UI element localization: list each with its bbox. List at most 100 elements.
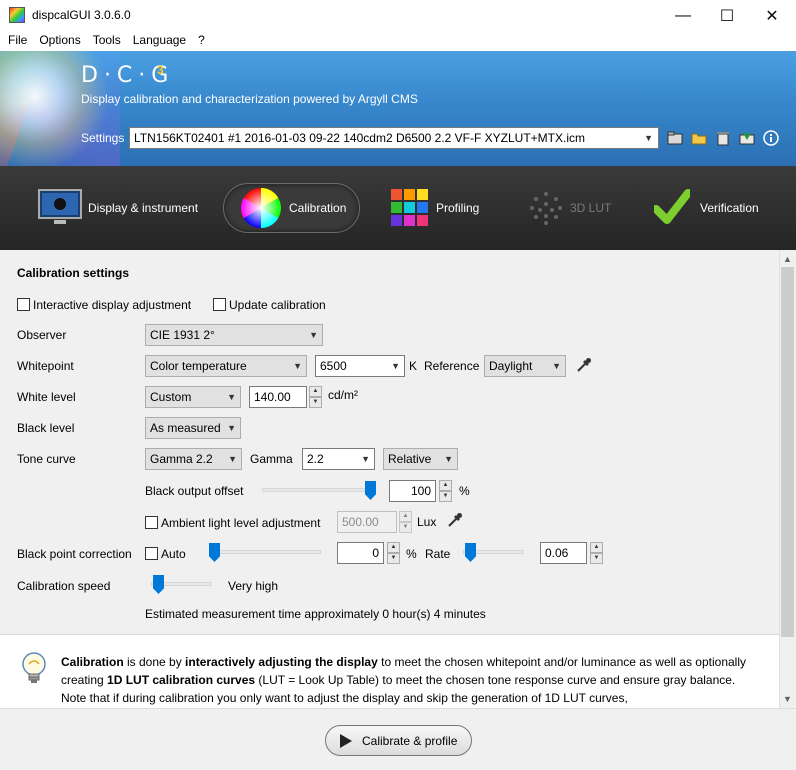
estimated-time: Estimated measurement time approximately… [145, 607, 486, 621]
black-offset-slider-thumb[interactable] [365, 481, 376, 500]
tab-3d-lut[interactable]: 3D LUT [528, 183, 618, 233]
menu-options[interactable]: Options [33, 31, 86, 51]
menu-language[interactable]: Language [127, 31, 192, 51]
tone-curve-dropdown[interactable]: Gamma 2.2 ▼ [145, 448, 242, 470]
section-title: Calibration settings [17, 266, 130, 280]
bpc-auto-label: Auto [161, 547, 186, 561]
update-calibration-label: Update calibration [229, 298, 326, 312]
tab-profiling-label: Profiling [436, 201, 480, 215]
calibration-panel: Calibration settings Interactive display… [0, 250, 779, 634]
tab-bar: Display & instrument Calibration Profili… [0, 166, 796, 250]
observer-label: Observer [17, 328, 67, 342]
calibration-speed-label: Calibration speed [17, 579, 111, 593]
reference-value: Daylight [489, 359, 533, 373]
maximize-button[interactable]: ☐ [704, 0, 750, 31]
eyedropper-icon[interactable] [447, 512, 463, 531]
ambient-adjustment-checkbox[interactable] [145, 516, 158, 529]
settings-dropdown[interactable]: LTN156KT02401 #1 2016-01-03 09-22 140cdm… [129, 127, 659, 149]
scroll-up-icon[interactable]: ▲ [783, 254, 792, 264]
header-subtitle: Display calibration and characterization… [81, 92, 418, 106]
color-wheel-icon [241, 188, 281, 228]
info-bold-interactive: interactively adjusting the display [185, 655, 378, 669]
close-button[interactable]: ✕ [749, 0, 795, 31]
settings-value: LTN156KT02401 #1 2016-01-03 09-22 140cdm… [134, 131, 586, 145]
update-calibration-checkbox[interactable] [213, 298, 226, 311]
reference-dropdown[interactable]: Daylight ▼ [484, 355, 566, 377]
whitepoint-unit: K [409, 359, 418, 373]
load-settings-icon[interactable] [666, 129, 684, 147]
scroll-down-icon[interactable]: ▼ [783, 694, 792, 704]
footer: Calibrate & profile [0, 708, 796, 770]
ambient-adjustment-label: Ambient light level adjustment [161, 516, 321, 530]
eyedropper-icon[interactable] [576, 357, 592, 376]
bpc-auto-checkbox[interactable] [145, 547, 158, 560]
observer-value: CIE 1931 2° [150, 328, 215, 342]
rate-slider-thumb[interactable] [465, 543, 476, 562]
install-profile-icon[interactable] [738, 129, 756, 147]
play-icon [340, 733, 352, 748]
gamma-label: Gamma [250, 452, 293, 466]
scrollbar-thumb[interactable] [781, 267, 794, 637]
interactive-adjustment-checkbox[interactable] [17, 298, 30, 311]
speed-slider-thumb[interactable] [153, 575, 164, 594]
white-level-dropdown[interactable]: Custom ▼ [145, 386, 241, 408]
bpc-percent: % [406, 547, 417, 561]
gamma-type-dropdown[interactable]: Relative ▼ [383, 448, 458, 470]
lut-cube-icon [530, 192, 562, 225]
calibrate-profile-button[interactable]: Calibrate & profile [325, 725, 472, 756]
info-icon[interactable] [762, 129, 780, 147]
display-icon [38, 189, 82, 224]
bpc-slider-track[interactable] [209, 550, 321, 554]
header-banner: D·C·G 3 Display calibration and characte… [0, 51, 796, 166]
dcg-logo-version: 3 [157, 63, 164, 77]
title-bar: dispcalGUI 3.0.6.0 — ☐ ✕ [0, 0, 796, 31]
delete-icon[interactable] [714, 129, 732, 147]
tab-verification[interactable]: Verification [654, 183, 774, 233]
chevron-down-icon: ▼ [227, 423, 236, 433]
black-offset-slider-track[interactable] [262, 488, 374, 492]
black-offset-spinner[interactable]: ▲ ▼ [439, 480, 452, 502]
tab-profiling[interactable]: Profiling [390, 183, 490, 233]
observer-dropdown[interactable]: CIE 1931 2° ▼ [145, 324, 323, 346]
bpc-spinner[interactable]: ▲ ▼ [387, 542, 400, 564]
info-text-part1: is done by [123, 655, 186, 669]
tone-curve-label: Tone curve [17, 452, 76, 466]
gamma-value: 2.2 [307, 452, 324, 466]
black-offset-input[interactable]: 100 [389, 480, 436, 502]
tab-display-instrument[interactable]: Display & instrument [38, 183, 208, 233]
gamma-value-combo[interactable]: 2.2 ▼ [302, 448, 375, 470]
white-level-mode-value: Custom [150, 390, 192, 404]
tab-calibration[interactable]: Calibration [223, 183, 360, 233]
settings-label: Settings [81, 131, 125, 145]
bpc-input[interactable]: 0 [337, 542, 384, 564]
ambient-level-spinner[interactable]: ▲ ▼ [399, 511, 412, 533]
tone-curve-value: Gamma 2.2 [150, 452, 213, 466]
menu-tools[interactable]: Tools [87, 31, 127, 51]
black-level-value: As measured [150, 421, 221, 435]
open-folder-icon[interactable] [690, 129, 708, 147]
tab-calibration-label: Calibration [289, 201, 347, 215]
black-level-label: Black level [17, 421, 75, 435]
info-box: Calibration is done by interactively adj… [0, 634, 779, 708]
chevron-down-icon: ▼ [552, 361, 561, 371]
rate-input[interactable]: 0.06 [540, 542, 587, 564]
chevron-down-icon: ▼ [361, 454, 370, 464]
whitepoint-value-combo[interactable]: 6500 ▼ [315, 355, 405, 377]
menu-file[interactable]: File [0, 31, 33, 51]
info-bold-lut: 1D LUT calibration curves [107, 673, 256, 687]
white-level-spinner[interactable]: ▲ ▼ [309, 386, 322, 408]
black-level-dropdown[interactable]: As measured ▼ [145, 417, 241, 439]
window-title: dispcalGUI 3.0.6.0 [32, 8, 131, 22]
minimize-button[interactable]: — [660, 0, 706, 31]
white-level-label: White level [17, 390, 76, 404]
ambient-level-input[interactable]: 500.00 [337, 511, 397, 533]
white-level-input[interactable]: 140.00 [249, 386, 307, 408]
rate-spinner[interactable]: ▲ ▼ [590, 542, 603, 564]
black-point-correction-label: Black point correction [17, 547, 132, 561]
chevron-down-icon: ▼ [309, 330, 318, 340]
menu-help[interactable]: ? [192, 31, 211, 51]
whitepoint-mode-dropdown[interactable]: Color temperature ▼ [145, 355, 307, 377]
checkmark-icon [654, 189, 690, 224]
bpc-slider-thumb[interactable] [209, 543, 220, 562]
rate-label: Rate [425, 547, 451, 561]
